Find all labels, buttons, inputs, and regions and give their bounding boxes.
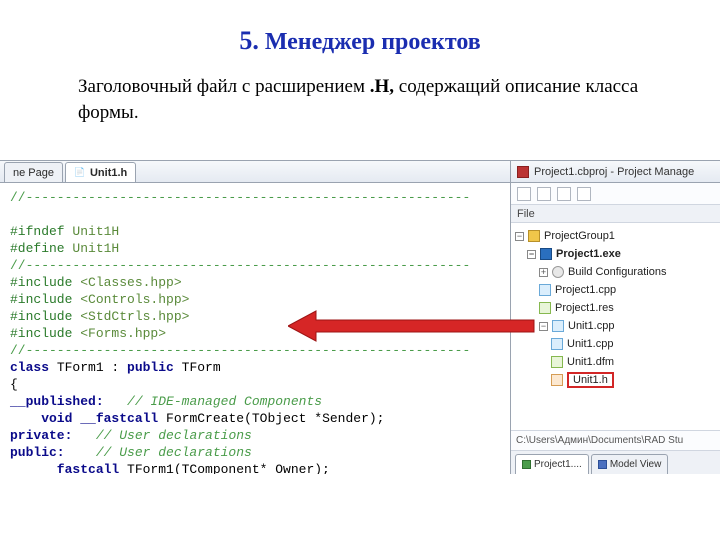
tree-node-group[interactable]: −ProjectGroup1 bbox=[515, 227, 716, 245]
expand-icon[interactable]: − bbox=[539, 322, 548, 331]
file-extension: .H, bbox=[370, 76, 394, 97]
slide-title: 5. Менеджер проектов bbox=[0, 26, 720, 56]
tree-node-build[interactable]: +Build Configurations bbox=[515, 263, 716, 281]
code-area[interactable]: //--------------------------------------… bbox=[0, 183, 510, 474]
exe-icon bbox=[540, 248, 552, 260]
cpp-file-icon bbox=[551, 338, 563, 350]
slide-title-text: Менеджер проектов bbox=[265, 29, 481, 55]
res-file-icon bbox=[539, 302, 551, 314]
pm-tab-project[interactable]: Project1.... bbox=[515, 454, 589, 474]
expand-icon[interactable]: − bbox=[515, 232, 524, 241]
pm-tool-2[interactable] bbox=[537, 187, 551, 201]
tree-node-unitcpp[interactable]: −Unit1.cpp bbox=[515, 317, 716, 335]
highlighted-file: Unit1.h bbox=[567, 372, 614, 388]
pm-tool-3[interactable] bbox=[557, 187, 571, 201]
h-file-icon bbox=[551, 374, 563, 386]
project-manager-panel: Project1.cbproj - Project Manage File −P… bbox=[510, 160, 720, 474]
tree-node-res[interactable]: Project1.res bbox=[515, 299, 716, 317]
tree-node-unit1cpp[interactable]: Unit1.cpp bbox=[515, 335, 716, 353]
pm-bottom-tabs: Project1.... Model View bbox=[511, 450, 720, 474]
editor-tabbar: ne Page 📄 Unit1.h bbox=[0, 161, 510, 183]
tab-welcome[interactable]: ne Page bbox=[4, 162, 63, 182]
pm-app-icon bbox=[517, 166, 529, 178]
ide-screenshot: ne Page 📄 Unit1.h //--------------------… bbox=[0, 160, 720, 474]
dfm-file-icon bbox=[551, 356, 563, 368]
tree-node-unit1h[interactable]: Unit1.h bbox=[515, 371, 716, 389]
header-file-icon: 📄 bbox=[74, 167, 86, 179]
pm-tool-1[interactable] bbox=[517, 187, 531, 201]
pm-tab-modelview[interactable]: Model View bbox=[591, 454, 669, 474]
pm-header: Project1.cbproj - Project Manage bbox=[511, 161, 720, 183]
tree-node-unit1dfm[interactable]: Unit1.dfm bbox=[515, 353, 716, 371]
square-icon bbox=[522, 460, 531, 469]
pm-toolbar bbox=[511, 183, 720, 205]
code-editor: ne Page 📄 Unit1.h //--------------------… bbox=[0, 160, 510, 474]
group-icon bbox=[528, 230, 540, 242]
square-icon bbox=[598, 460, 607, 469]
expand-icon[interactable]: − bbox=[527, 250, 536, 259]
tree-node-projcpp[interactable]: Project1.cpp bbox=[515, 281, 716, 299]
cpp-file-icon bbox=[539, 284, 551, 296]
expand-icon[interactable]: + bbox=[539, 268, 548, 277]
pm-tree[interactable]: −ProjectGroup1 −Project1.exe +Build Conf… bbox=[511, 223, 720, 430]
pm-tool-4[interactable] bbox=[577, 187, 591, 201]
slide-number: 5. bbox=[239, 26, 259, 55]
tab-unit1h[interactable]: 📄 Unit1.h bbox=[65, 162, 136, 182]
slide-description: Заголовочный файл с расширением .H, соде… bbox=[78, 74, 660, 125]
gear-icon bbox=[552, 266, 564, 278]
pm-path: C:\Users\Админ\Documents\RAD Stu bbox=[511, 430, 720, 450]
cpp-file-icon bbox=[552, 320, 564, 332]
pm-column-header[interactable]: File bbox=[511, 205, 720, 223]
tree-node-exe[interactable]: −Project1.exe bbox=[515, 245, 716, 263]
